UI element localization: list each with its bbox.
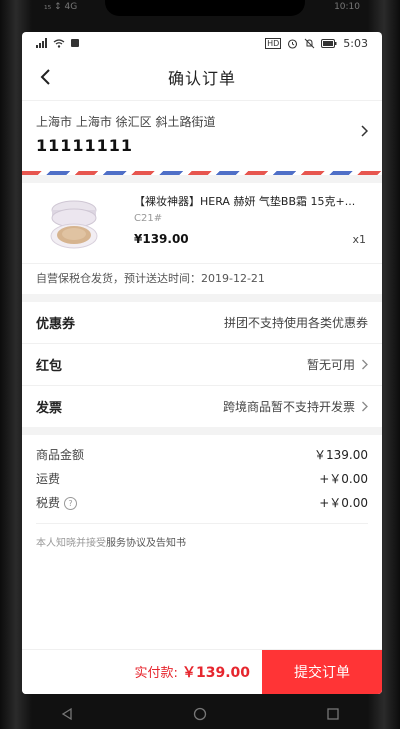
phone-notch <box>105 0 305 16</box>
summary-row-tax: 税费? +￥0.00 <box>36 491 368 515</box>
battery-icon <box>321 38 337 48</box>
product-thumbnail <box>44 193 104 255</box>
section-gap <box>22 175 382 183</box>
address-phone: 11111111 <box>36 136 134 155</box>
device-status-left: ₁₅ ↕ 4G <box>44 2 78 12</box>
status-time: 5:03 <box>343 36 368 50</box>
tax-value: +￥0.00 <box>319 496 368 510</box>
hd-badge: HD <box>265 37 282 49</box>
price-summary: 商品金额 ￥139.00 运费 +￥0.00 税费? +￥0.00 <box>22 435 382 515</box>
page-title: 确认订单 <box>167 69 236 88</box>
goods-amount-label: 商品金额 <box>36 448 85 462</box>
coupon-value: 拼团不支持使用各类优惠券 <box>223 316 368 330</box>
pay-total: 实付款: ￥139.00 <box>22 662 262 682</box>
nav-recent-icon[interactable] <box>326 707 340 721</box>
product-price: ¥139.00 <box>134 232 189 246</box>
tax-label: 税费 <box>36 496 61 510</box>
product-quantity: x1 <box>352 233 366 246</box>
product-info: 【裸妆神器】HERA 赫妍 气垫BB霜 15克+... C21# ¥139.00 <box>134 193 368 255</box>
nav-home-icon[interactable] <box>193 707 207 721</box>
status-bar: HD 5:03 <box>22 32 382 54</box>
device-status-time: 10:10 <box>334 2 360 12</box>
product-spec: C21# <box>134 213 163 224</box>
chevron-right-icon <box>362 359 368 370</box>
product-name: 【裸妆神器】HERA 赫妍 气垫BB霜 15克+... <box>134 195 356 208</box>
pay-amount: ￥139.00 <box>181 665 250 681</box>
checkout-bar: 实付款: ￥139.00 提交订单 <box>22 649 382 694</box>
invoice-value: 跨境商品暂不支持开发票 <box>222 400 355 414</box>
coupon-label: 优惠券 <box>36 317 76 332</box>
notification-square-icon <box>71 39 79 47</box>
alarm-icon <box>288 38 298 49</box>
mute-icon <box>304 38 315 48</box>
summary-row-shipping: 运费 +￥0.00 <box>36 467 368 491</box>
product-item[interactable]: 【裸妆神器】HERA 赫妍 气垫BB霜 15克+... C21# ¥139.00… <box>22 183 382 263</box>
nav-back-icon[interactable] <box>60 707 74 721</box>
section-gap <box>22 427 382 435</box>
chevron-right-icon <box>362 401 368 412</box>
red-packet-label: 红包 <box>36 359 63 374</box>
nav-bar: 确认订单 <box>22 54 382 101</box>
shipping-info: 自营保税仓发货，预计送达时间：2019-12-21 <box>22 263 382 294</box>
wifi-icon <box>53 39 65 48</box>
section-gap <box>22 294 382 302</box>
shipping-fee-value: +￥0.00 <box>319 472 368 486</box>
app-screen: HD 5:03 确认订单 上海市 上海市 徐汇区 斜土路街道 11111111 <box>22 32 382 694</box>
red-packet-row[interactable]: 红包 暂无可用 <box>22 344 382 386</box>
system-nav-bar <box>0 699 400 729</box>
back-button[interactable] <box>34 66 56 88</box>
chevron-right-icon <box>361 125 368 137</box>
agreement-text: 本人知晓并接受服务协议及告知书 <box>36 523 368 549</box>
agreement-link[interactable]: 服务协议及告知书 <box>106 538 186 549</box>
signal-icon <box>36 38 47 48</box>
help-icon[interactable]: ? <box>64 497 78 510</box>
pay-label: 实付款: <box>134 666 182 681</box>
coupon-row[interactable]: 优惠券 拼团不支持使用各类优惠券 <box>22 302 382 344</box>
summary-row-goods: 商品金额 ￥139.00 <box>36 443 368 467</box>
red-packet-value: 暂无可用 <box>306 358 355 372</box>
goods-amount-value: ￥139.00 <box>314 448 368 462</box>
agreement-prefix: 本人知晓并接受 <box>36 538 106 549</box>
shipping-fee-label: 运费 <box>36 472 61 486</box>
address-line: 上海市 上海市 徐汇区 斜土路街道 <box>36 115 216 129</box>
invoice-row[interactable]: 发票 跨境商品暂不支持开发票 <box>22 386 382 427</box>
cushion-compact-icon <box>50 200 98 249</box>
submit-order-button[interactable]: 提交订单 <box>262 650 382 694</box>
shipping-address[interactable]: 上海市 上海市 徐汇区 斜土路街道 11111111 <box>22 101 382 171</box>
invoice-label: 发票 <box>36 401 63 416</box>
chevron-left-icon <box>40 69 50 85</box>
